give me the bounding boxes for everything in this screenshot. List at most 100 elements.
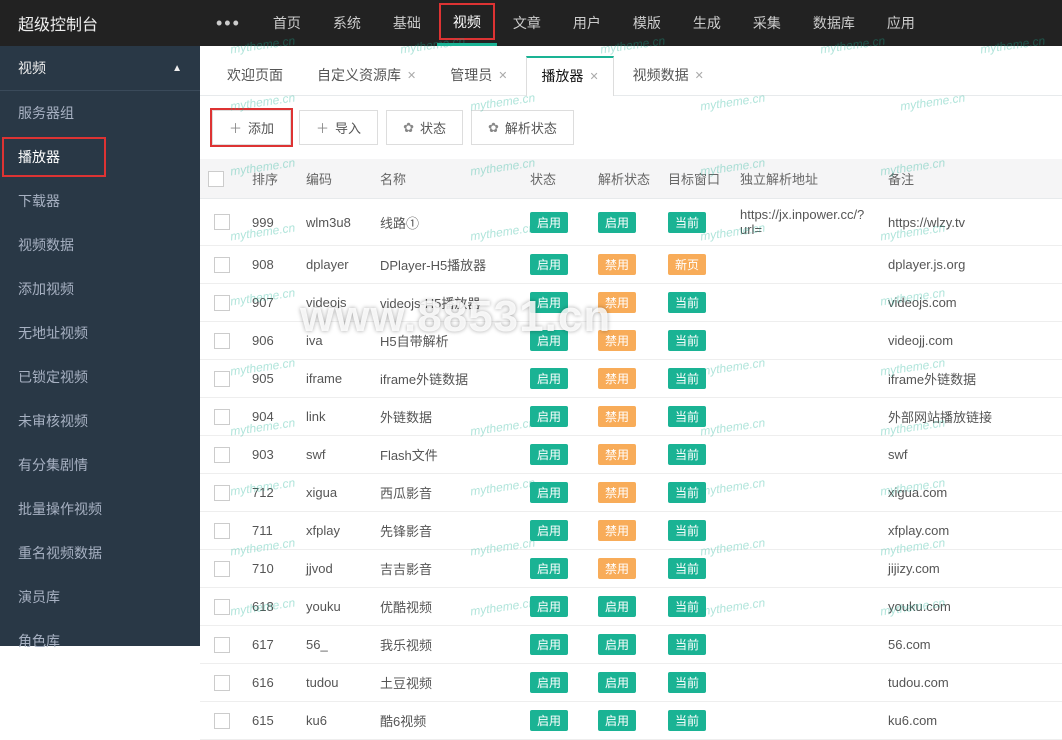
topnav-item-3[interactable]: 基础 <box>377 0 437 46</box>
row-checkbox[interactable] <box>214 295 230 311</box>
sidebar-head[interactable]: 视频 ▲ <box>0 46 200 91</box>
cell-name[interactable]: iframe外链数据 <box>372 360 522 398</box>
state-badge[interactable]: 启用 <box>530 254 568 275</box>
target-badge[interactable]: 当前 <box>668 212 706 233</box>
cell-name[interactable]: 吉吉影音 <box>372 550 522 588</box>
tab-3[interactable]: 播放器✕ <box>526 56 613 96</box>
state-badge[interactable]: 启用 <box>530 368 568 389</box>
sidebar-item-9[interactable]: 批量操作视频 <box>0 487 200 531</box>
topnav-item-8[interactable]: 生成 <box>677 0 737 46</box>
target-badge[interactable]: 当前 <box>668 482 706 503</box>
sidebar-item-6[interactable]: 已锁定视频 <box>0 355 200 399</box>
sidebar-item-2[interactable]: 下载器 <box>0 179 200 223</box>
cell-name[interactable]: 酷6视频 <box>372 702 522 740</box>
target-badge[interactable]: 当前 <box>668 292 706 313</box>
row-checkbox[interactable] <box>214 599 230 615</box>
target-badge[interactable]: 当前 <box>668 520 706 541</box>
topnav-item-9[interactable]: 采集 <box>737 0 797 46</box>
sidebar-item-8[interactable]: 有分集剧情 <box>0 443 200 487</box>
target-badge[interactable]: 当前 <box>668 368 706 389</box>
parse-badge[interactable]: 启用 <box>598 672 636 693</box>
cell-name[interactable]: 优酷视频 <box>372 588 522 626</box>
topnav-item-11[interactable]: 应用 <box>871 0 931 46</box>
target-badge[interactable]: 当前 <box>668 596 706 617</box>
topnav-item-10[interactable]: 数据库 <box>797 0 871 46</box>
sidebar-item-1[interactable]: 播放器 <box>0 135 200 179</box>
tab-1[interactable]: 自定义资源库✕ <box>302 56 431 95</box>
toolbar-btn-0[interactable]: ＋添加 <box>212 110 291 145</box>
target-badge[interactable]: 新页 <box>668 254 706 275</box>
cell-name[interactable]: H5自带解析 <box>372 322 522 360</box>
state-badge[interactable]: 启用 <box>530 634 568 655</box>
target-badge[interactable]: 当前 <box>668 710 706 731</box>
target-badge[interactable]: 当前 <box>668 444 706 465</box>
row-checkbox[interactable] <box>214 485 230 501</box>
row-checkbox[interactable] <box>214 371 230 387</box>
parse-badge[interactable]: 禁用 <box>598 482 636 503</box>
topnav-item-5[interactable]: 文章 <box>497 0 557 46</box>
parse-badge[interactable]: 启用 <box>598 634 636 655</box>
toolbar-btn-1[interactable]: ＋导入 <box>299 110 378 145</box>
sidebar-item-0[interactable]: 服务器组 <box>0 91 200 135</box>
state-badge[interactable]: 启用 <box>530 444 568 465</box>
target-badge[interactable]: 当前 <box>668 330 706 351</box>
cell-name[interactable]: videojs-H5播放器 <box>372 284 522 322</box>
sidebar-item-5[interactable]: 无地址视频 <box>0 311 200 355</box>
state-badge[interactable]: 启用 <box>530 672 568 693</box>
close-icon[interactable]: ✕ <box>695 69 704 82</box>
toolbar-btn-2[interactable]: ✿状态 <box>386 110 463 145</box>
row-checkbox[interactable] <box>214 675 230 691</box>
cell-name[interactable]: 先锋影音 <box>372 512 522 550</box>
row-checkbox[interactable] <box>214 523 230 539</box>
target-badge[interactable]: 当前 <box>668 406 706 427</box>
state-badge[interactable]: 启用 <box>530 558 568 579</box>
cell-name[interactable]: 西瓜影音 <box>372 474 522 512</box>
cell-name[interactable]: Flash文件 <box>372 436 522 474</box>
cell-name[interactable]: 外链数据 <box>372 398 522 436</box>
topnav-item-1[interactable]: 首页 <box>257 0 317 46</box>
parse-badge[interactable]: 禁用 <box>598 444 636 465</box>
row-checkbox[interactable] <box>214 409 230 425</box>
select-all-checkbox[interactable] <box>208 171 224 187</box>
parse-badge[interactable]: 禁用 <box>598 292 636 313</box>
topnav-item-7[interactable]: 模版 <box>617 0 677 46</box>
sidebar-item-7[interactable]: 未审核视频 <box>0 399 200 443</box>
row-checkbox[interactable] <box>214 333 230 349</box>
close-icon[interactable]: ✕ <box>498 69 507 82</box>
cell-name[interactable]: 土豆视频 <box>372 664 522 702</box>
toolbar-btn-3[interactable]: ✿解析状态 <box>471 110 574 145</box>
row-checkbox[interactable] <box>214 713 230 729</box>
parse-badge[interactable]: 禁用 <box>598 330 636 351</box>
sidebar-item-4[interactable]: 添加视频 <box>0 267 200 311</box>
cell-name[interactable]: 线路① <box>372 199 522 246</box>
state-badge[interactable]: 启用 <box>530 520 568 541</box>
close-icon[interactable]: ✕ <box>407 69 416 82</box>
cell-name[interactable]: DPlayer-H5播放器 <box>372 246 522 284</box>
parse-badge[interactable]: 禁用 <box>598 520 636 541</box>
state-badge[interactable]: 启用 <box>530 710 568 731</box>
state-badge[interactable]: 启用 <box>530 406 568 427</box>
row-checkbox[interactable] <box>214 447 230 463</box>
topnav-item-0[interactable]: ••• <box>200 0 257 46</box>
tab-0[interactable]: 欢迎页面 <box>212 56 298 95</box>
tab-2[interactable]: 管理员✕ <box>435 56 522 95</box>
row-checkbox[interactable] <box>214 214 230 230</box>
target-badge[interactable]: 当前 <box>668 634 706 655</box>
close-icon[interactable]: ✕ <box>589 70 598 83</box>
topnav-item-2[interactable]: 系统 <box>317 0 377 46</box>
row-checkbox[interactable] <box>214 637 230 653</box>
parse-badge[interactable]: 启用 <box>598 212 636 233</box>
sidebar-item-3[interactable]: 视频数据 <box>0 223 200 267</box>
parse-badge[interactable]: 禁用 <box>598 406 636 427</box>
state-badge[interactable]: 启用 <box>530 292 568 313</box>
topnav-item-6[interactable]: 用户 <box>557 0 617 46</box>
parse-badge[interactable]: 禁用 <box>598 254 636 275</box>
topnav-item-4[interactable]: 视频 <box>437 0 497 46</box>
sidebar-item-10[interactable]: 重名视频数据 <box>0 531 200 575</box>
sidebar-item-11[interactable]: 演员库 <box>0 575 200 619</box>
row-checkbox[interactable] <box>214 561 230 577</box>
target-badge[interactable]: 当前 <box>668 672 706 693</box>
parse-badge[interactable]: 启用 <box>598 710 636 731</box>
parse-badge[interactable]: 禁用 <box>598 368 636 389</box>
target-badge[interactable]: 当前 <box>668 558 706 579</box>
